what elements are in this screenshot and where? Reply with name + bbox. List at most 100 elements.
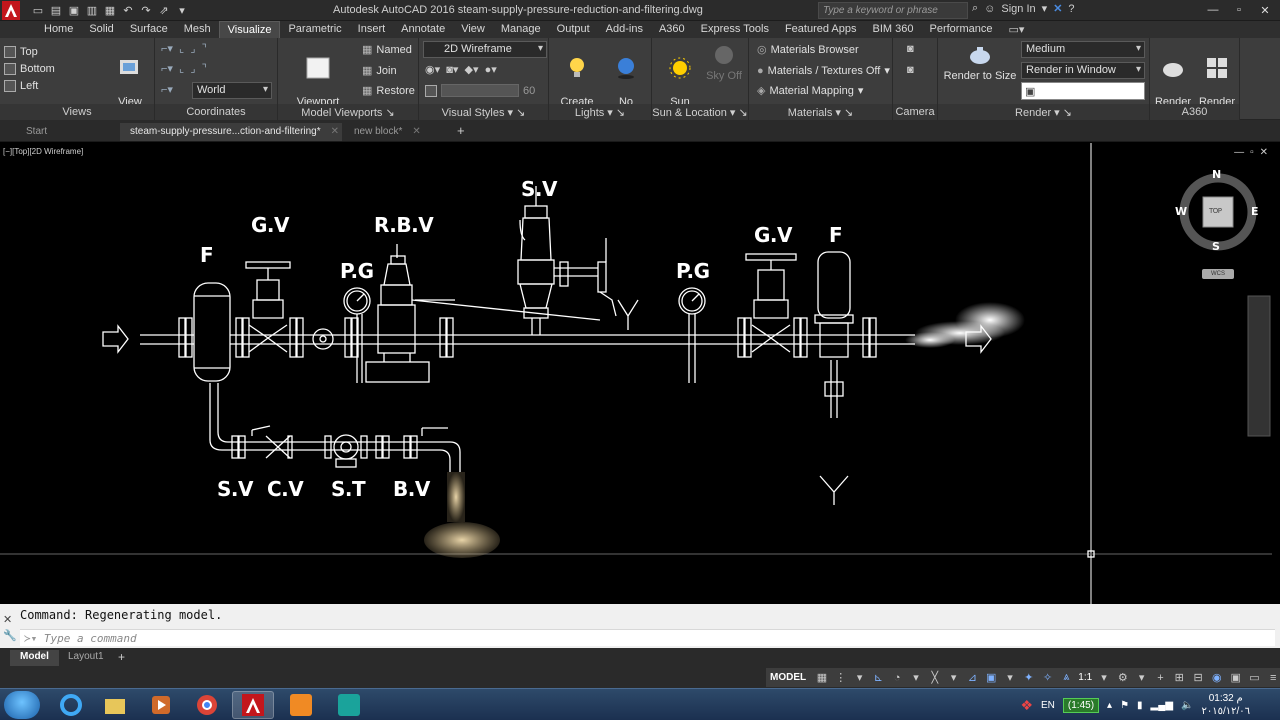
annotation-visibility-icon[interactable]: ✦	[1022, 671, 1036, 685]
tab-solid[interactable]: Solid	[81, 21, 121, 38]
add-layout-icon[interactable]: +	[112, 650, 131, 666]
units-icon[interactable]: ⊞	[1172, 671, 1186, 685]
start-button[interactable]	[4, 691, 40, 719]
file-tab-new-block[interactable]: new block* ✕	[344, 123, 448, 141]
tab-home[interactable]: Home	[36, 21, 81, 38]
render-to-size-button[interactable]: Render to Size	[942, 42, 1018, 83]
ucs-icon[interactable]: ⌐▾	[161, 83, 173, 96]
compass-north[interactable]: N	[1212, 168, 1221, 181]
undo-icon[interactable]: ↶	[120, 2, 136, 18]
tab-view[interactable]: View	[453, 21, 493, 38]
tray-expand-icon[interactable]: ▴	[1107, 700, 1112, 711]
user-icon[interactable]: ☺	[984, 3, 995, 15]
file-tab-start[interactable]: Start	[16, 123, 120, 141]
hardware-acceleration-icon[interactable]: ▣	[1229, 671, 1243, 685]
tab-output[interactable]: Output	[549, 21, 598, 38]
layout-tab-model[interactable]: Model	[10, 650, 59, 666]
dropdown-icon[interactable]: ▾	[1135, 671, 1149, 685]
tab-annotate[interactable]: Annotate	[393, 21, 453, 38]
open-file-icon[interactable]: ▤	[48, 2, 64, 18]
taskbar-chrome-icon[interactable]	[186, 691, 228, 719]
help-icon[interactable]: ?	[1068, 3, 1074, 15]
tab-surface[interactable]: Surface	[122, 21, 176, 38]
tray-flag-icon[interactable]: ⚑	[1120, 700, 1129, 711]
clock[interactable]: 01:32 م ٢٠١٥/١٢/٠٦	[1201, 692, 1250, 718]
object-snap-icon[interactable]: ▣	[984, 671, 998, 685]
tab-visualize[interactable]: Visualize	[218, 21, 281, 38]
quick-properties-icon[interactable]: ⊟	[1191, 671, 1205, 685]
auto-scale-icon[interactable]: ✧	[1041, 671, 1055, 685]
command-customize-icon[interactable]: 🔧	[3, 628, 17, 644]
save-as-icon[interactable]: ▥	[84, 2, 100, 18]
command-input[interactable]: ≻▾ Type a command	[20, 629, 1275, 646]
polar-icon[interactable]: ◔	[890, 671, 904, 685]
visual-style-dropdown[interactable]: 2D Wireframe	[423, 41, 547, 58]
restore-viewports-button[interactable]: ▦ Restore	[362, 84, 415, 98]
language-indicator[interactable]: EN	[1041, 700, 1055, 711]
dropdown-icon[interactable]: ▾	[947, 671, 961, 685]
ortho-icon[interactable]: ⊾	[872, 671, 886, 685]
taskbar-media-player-icon[interactable]	[140, 691, 182, 719]
redo-icon[interactable]: ↷	[138, 2, 154, 18]
dropdown-icon[interactable]: ▾	[853, 671, 867, 685]
help-search-input[interactable]: Type a keyword or phrase	[818, 2, 968, 19]
ribbon-minimize-icon[interactable]: ▭▾	[1000, 21, 1032, 38]
isodraft-icon[interactable]: ╳	[928, 671, 942, 685]
minimize-icon[interactable]: —	[1202, 2, 1224, 18]
exchange-icon[interactable]: ✕	[1053, 2, 1062, 15]
layout-tab-layout1[interactable]: Layout1	[58, 650, 114, 666]
dropdown-icon[interactable]: ▾	[1042, 2, 1048, 15]
opacity-control[interactable]: 60	[425, 84, 535, 97]
materials-textures-toggle[interactable]: ● Materials / Textures Off ▾	[757, 64, 890, 78]
battery-indicator[interactable]: (1:45)	[1062, 697, 1100, 713]
render-target-dropdown[interactable]: Render in Window	[1021, 62, 1145, 79]
taskbar-ie-icon[interactable]	[50, 691, 92, 719]
ucs-icons-row2[interactable]: ⌐▾ ⌞ ⌟ ⌝	[161, 62, 207, 75]
customization-icon[interactable]: ≡	[1266, 671, 1280, 685]
object-snap-tracking-icon[interactable]: ⊿	[965, 671, 979, 685]
drawing-canvas[interactable]: [−][Top][2D Wireframe] — ▫ ✕ N S E W TOP…	[0, 143, 1280, 604]
binoculars-icon[interactable]: ⌕	[972, 2, 978, 15]
view-bottom[interactable]: Bottom	[4, 63, 55, 75]
annotation-scale-icon[interactable]: ⩓	[1059, 671, 1073, 685]
materials-browser-button[interactable]: ◎ Materials Browser	[757, 43, 859, 57]
dropdown-icon[interactable]: ▾	[1097, 671, 1111, 685]
taskbar-app-icon[interactable]	[328, 691, 370, 719]
maximize-icon[interactable]: ▫	[1228, 2, 1250, 18]
join-viewports-button[interactable]: ▦ Join	[362, 64, 397, 78]
autocad-logo-icon[interactable]	[2, 1, 20, 20]
tab-express-tools[interactable]: Express Tools	[693, 21, 777, 38]
close-icon[interactable]: ✕	[1254, 2, 1276, 18]
compass-west[interactable]: W	[1175, 205, 1187, 218]
grid-icon[interactable]: ▦	[815, 671, 829, 685]
wcs-menu[interactable]: WCS	[1202, 269, 1234, 279]
tray-network-icon[interactable]: ▂▄▆	[1151, 700, 1173, 711]
tray-volume-icon[interactable]: 🔈	[1181, 700, 1193, 711]
command-close-icon[interactable]: ✕	[3, 612, 17, 628]
tab-insert[interactable]: Insert	[350, 21, 394, 38]
sky-off-button[interactable]: Sky Off	[702, 42, 746, 83]
close-tab-icon[interactable]: ✕	[331, 126, 339, 137]
camera-icon[interactable]: ◙	[907, 64, 914, 76]
view-cube-top-face[interactable]: TOP	[1209, 207, 1222, 215]
taskbar-explorer-icon[interactable]	[94, 691, 136, 719]
taskbar-camtasia-icon[interactable]	[280, 691, 322, 719]
named-viewports-button[interactable]: ▦ Named	[362, 43, 412, 57]
share-icon[interactable]: ⇗	[156, 2, 172, 18]
taskbar-autocad-icon[interactable]	[232, 691, 274, 719]
tab-performance[interactable]: Performance	[921, 21, 1000, 38]
snap-icon[interactable]: ⋮	[834, 671, 848, 685]
tab-mesh[interactable]: Mesh	[176, 21, 219, 38]
render-quality-dropdown[interactable]: Medium	[1021, 41, 1145, 58]
tray-power-icon[interactable]: ▮	[1137, 700, 1143, 711]
compass-east[interactable]: E	[1251, 205, 1259, 218]
workspace-gear-icon[interactable]: ⚙	[1116, 671, 1130, 685]
tab-featured-apps[interactable]: Featured Apps	[777, 21, 865, 38]
compass-south[interactable]: S	[1212, 240, 1220, 253]
tab-bim-360[interactable]: BIM 360	[865, 21, 922, 38]
tab-parametric[interactable]: Parametric	[280, 21, 349, 38]
tab-manage[interactable]: Manage	[493, 21, 549, 38]
annotation-scale-value[interactable]: 1:1	[1078, 672, 1092, 683]
qat-dropdown-icon[interactable]: ▾	[174, 2, 190, 18]
model-space-toggle[interactable]: MODEL	[770, 672, 806, 683]
